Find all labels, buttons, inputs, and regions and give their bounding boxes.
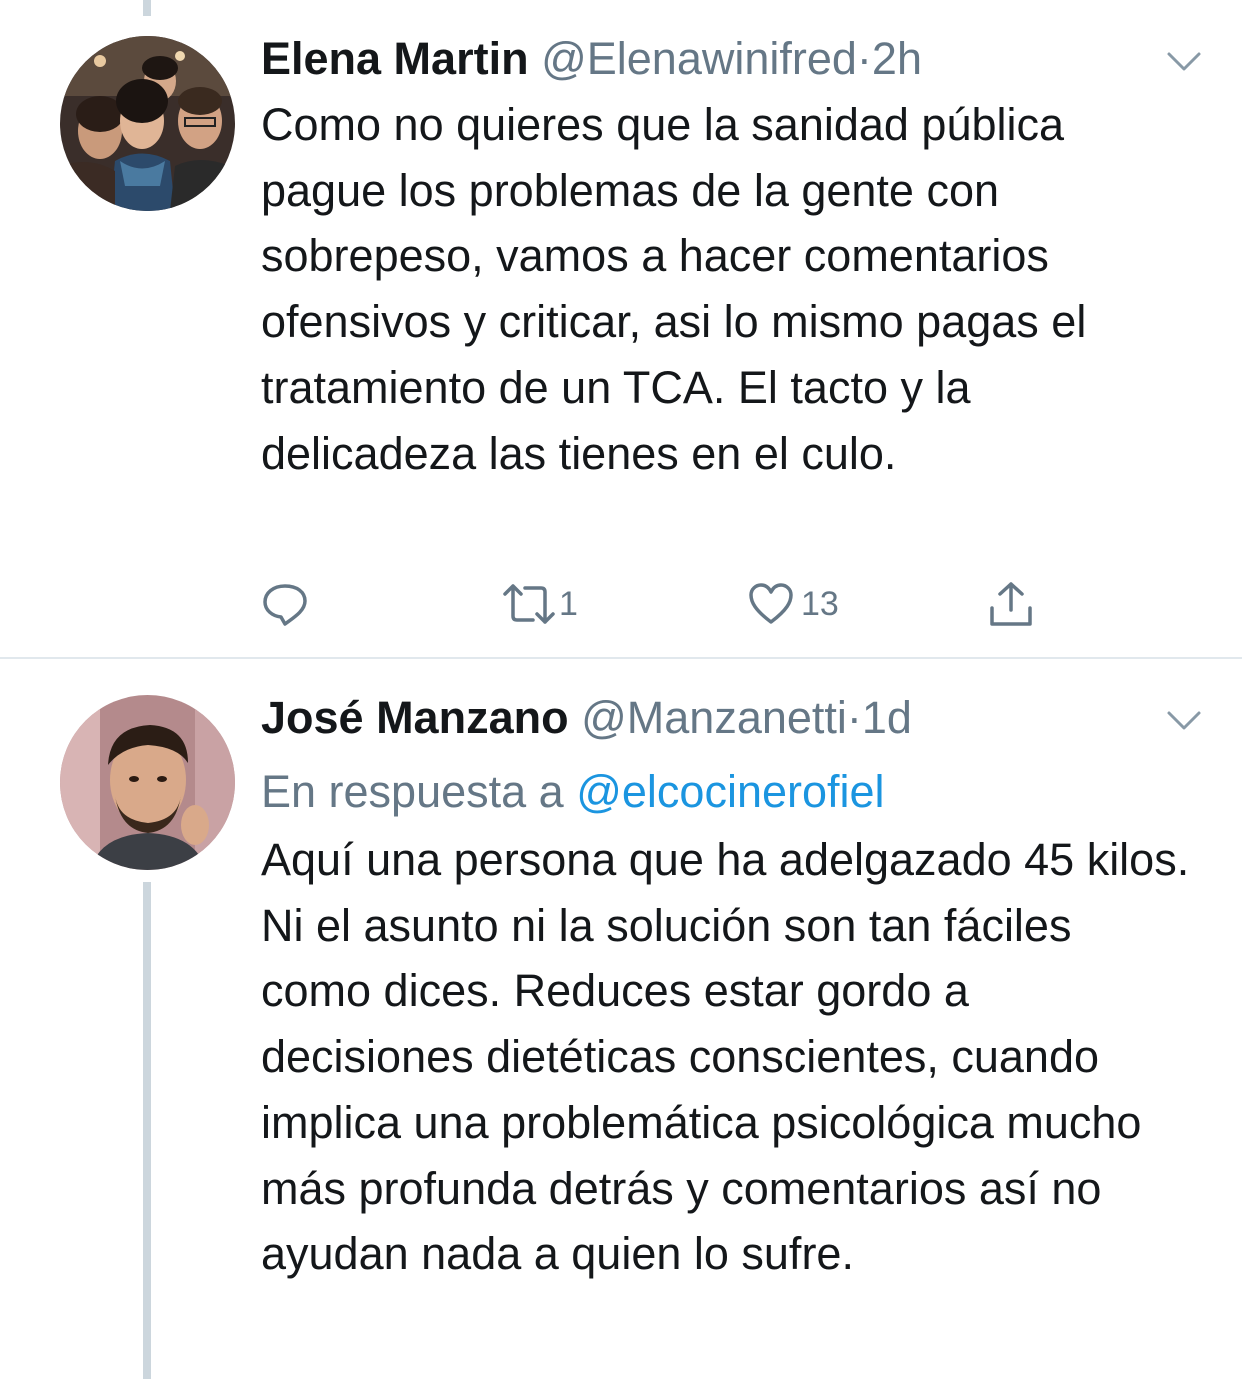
separator: ·: [856, 33, 872, 84]
like-count: 13: [801, 584, 839, 623]
avatar[interactable]: [60, 695, 235, 870]
display-name[interactable]: Elena Martin: [261, 33, 529, 84]
separator: ·: [846, 692, 862, 743]
avatar-image: [60, 36, 235, 211]
tweet[interactable]: Elena Martin @Elenawinifred·2h Como no q…: [0, 0, 1242, 657]
reply-icon: [263, 584, 307, 626]
like-icon: [749, 583, 793, 624]
tweet-actions: 1 13: [261, 580, 1161, 640]
user-handle[interactable]: @Elenawinifred: [541, 33, 857, 84]
timestamp[interactable]: 2h: [872, 33, 922, 84]
share-icon: [990, 582, 1032, 626]
tweet[interactable]: José Manzano @Manzanetti·1d En respuesta…: [0, 659, 1242, 1379]
tweet-text: Aquí una persona que ha adelgazado 45 ki…: [261, 834, 1190, 1280]
reply-prefix: En respuesta a: [261, 766, 564, 817]
avatar[interactable]: [60, 36, 235, 211]
user-handle[interactable]: @Manzanetti: [581, 692, 847, 743]
like-button[interactable]: 13: [747, 580, 839, 628]
reply-context: En respuesta a @elcocinerofiel: [261, 761, 1192, 823]
chevron-down-icon[interactable]: [1166, 709, 1202, 733]
retweet-count: 1: [559, 584, 578, 623]
share-button[interactable]: [987, 580, 1035, 628]
avatar-image: [60, 695, 235, 870]
tweet-text: Como no quieres que la sanidad pública p…: [261, 99, 1087, 479]
reply-mention-link[interactable]: @elcocinerofiel: [576, 766, 884, 817]
reply-button[interactable]: [261, 580, 309, 628]
display-name[interactable]: José Manzano: [261, 692, 569, 743]
chevron-down-icon[interactable]: [1166, 50, 1202, 74]
retweet-button[interactable]: 1: [501, 580, 578, 628]
tweet-header: Elena Martin @Elenawinifred·2h: [261, 28, 1192, 90]
retweet-icon: [503, 584, 555, 624]
tweet-header: José Manzano @Manzanetti·1d: [261, 687, 1192, 749]
timestamp[interactable]: 1d: [862, 692, 912, 743]
